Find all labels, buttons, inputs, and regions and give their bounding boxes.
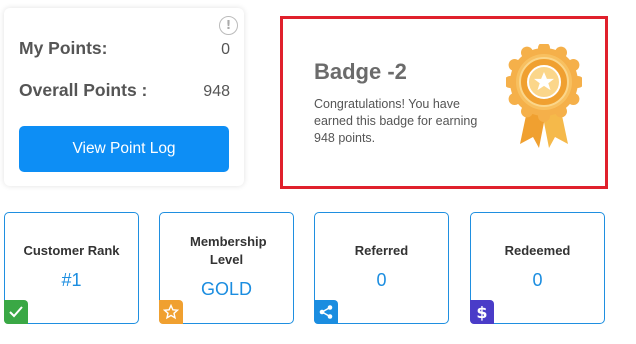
share-icon: [314, 300, 338, 324]
medal-icon: [506, 44, 582, 148]
stat-card-redeemed: Redeemed 0 $: [470, 212, 605, 324]
stat-label: Redeemed: [504, 243, 571, 258]
info-icon[interactable]: !: [219, 16, 238, 35]
stat-label: Customer Rank: [23, 243, 120, 258]
badge-card: Badge -2 Congratulations! You have earne…: [280, 16, 608, 189]
stat-value: 0: [532, 270, 543, 290]
stat-value: #1: [61, 270, 82, 290]
overall-points-value: 948: [203, 83, 230, 100]
overall-points-label: Overall Points :: [19, 80, 148, 100]
dollar-icon: $: [470, 300, 494, 324]
overall-points-row: Overall Points : 948: [19, 80, 230, 101]
stat-label: Referred: [354, 243, 409, 258]
badge-description: Congratulations! You have earned this ba…: [314, 97, 478, 145]
stat-card-referred: Referred 0: [314, 212, 449, 324]
my-points-label: My Points:: [19, 38, 108, 58]
stat-card-customer-rank: Customer Rank #1: [4, 212, 139, 324]
view-point-log-button[interactable]: View Point Log: [19, 126, 229, 172]
stat-card-membership-level: Membership Level GOLD: [159, 212, 294, 324]
points-card: ! My Points: 0 Overall Points : 948 View…: [4, 8, 244, 186]
stat-value: 0: [376, 270, 387, 290]
star-icon: [159, 300, 183, 324]
stat-value: GOLD: [200, 279, 252, 299]
my-points-row: My Points: 0: [19, 38, 230, 59]
check-icon: [4, 300, 28, 324]
stat-label: Membership Level: [190, 234, 267, 267]
my-points-value: 0: [221, 41, 230, 58]
badge-title: Badge -2: [314, 59, 407, 84]
